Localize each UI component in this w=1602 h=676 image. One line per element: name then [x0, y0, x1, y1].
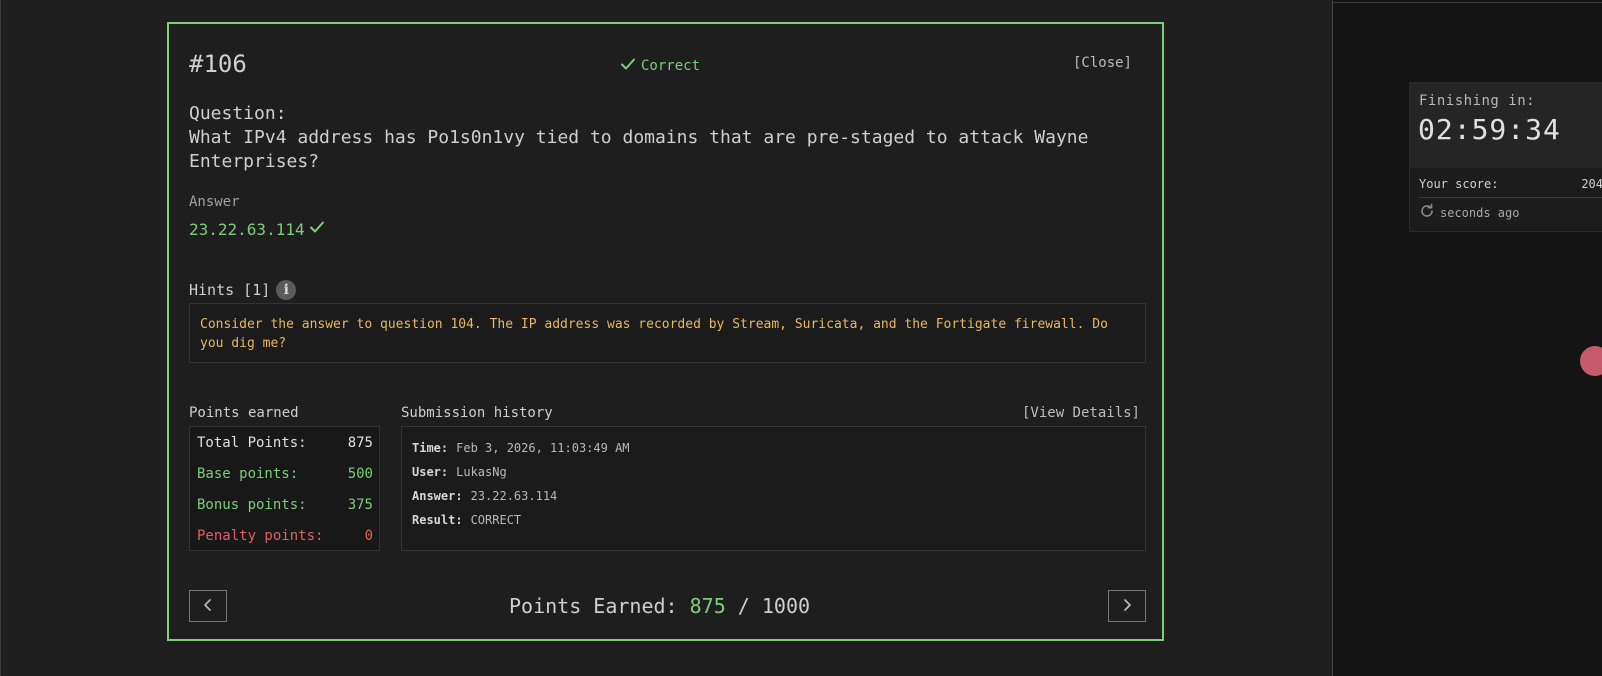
left-edge-divider — [0, 0, 1, 676]
close-button[interactable]: [Close] — [1073, 55, 1132, 71]
history-time-value: Feb 3, 2026, 11:03:49 AM — [456, 441, 630, 455]
total-points-row: Total Points: 875 — [197, 435, 373, 451]
penalty-points-row: Penalty points: 0 — [197, 528, 373, 544]
question-modal: #106 Correct [Close] Question: What IPv4… — [167, 22, 1164, 641]
checkmark-icon — [308, 218, 326, 240]
history-user-label: User: — [412, 465, 449, 479]
base-points-value: 500 — [347, 466, 373, 482]
penalty-points-value: 0 — [364, 528, 373, 544]
score-label: Your score: — [1419, 177, 1499, 191]
history-user-value: LukasNg — [456, 465, 507, 479]
submission-history-label: Submission history — [401, 405, 553, 421]
answer-label: Answer — [189, 194, 240, 210]
history-time-label: Time: — [412, 441, 449, 455]
hint-text: Consider the answer to question 104. The… — [200, 317, 1108, 351]
checkmark-icon — [619, 55, 637, 77]
score-row: Your score: 204 — [1419, 177, 1602, 191]
footer-points-max: 1000 — [761, 594, 811, 618]
bonus-points-label: Bonus points: — [197, 497, 307, 513]
history-answer-row: Answer: 23.22.63.114 — [412, 489, 557, 503]
history-result-value: CORRECT — [470, 513, 522, 527]
history-time-row: Time: Feb 3, 2026, 11:03:49 AM — [412, 441, 630, 455]
refresh-text: seconds ago — [1440, 205, 1520, 220]
chevron-right-icon — [1120, 597, 1134, 616]
submission-history-box: Time: Feb 3, 2026, 11:03:49 AM User: Lukas… — [401, 426, 1146, 551]
timer-value: 02:59:34 — [1418, 113, 1561, 146]
info-icon[interactable]: i — [276, 280, 297, 300]
total-points-value: 875 — [347, 435, 373, 451]
history-answer-label: Answer: — [412, 489, 463, 503]
timer-label: Finishing in: — [1419, 93, 1536, 109]
base-points-label: Base points: — [197, 466, 299, 482]
bonus-points-row: Bonus points: 375 — [197, 497, 373, 513]
footer-points-prefix: Points Earned: — [509, 594, 678, 618]
points-breakdown: Total Points: 875 Base points: 500 Bonus… — [189, 426, 380, 551]
history-result-label: Result: — [412, 513, 463, 527]
history-result-row: Result: CORRECT — [412, 513, 521, 527]
base-points-row: Base points: 500 — [197, 466, 373, 482]
answer-value-row: 23.22.63.114 — [189, 218, 326, 240]
footer-points-earned: Points Earned: 875 / 1000 — [509, 594, 810, 618]
status-badge: Correct — [619, 55, 700, 77]
score-divider — [1419, 197, 1602, 198]
bonus-points-value: 375 — [347, 497, 373, 513]
floating-action-icon[interactable] — [1580, 346, 1602, 376]
hints-label: Hints [1] — [189, 281, 271, 299]
history-user-row: User: LukasNg — [412, 465, 507, 479]
hints-header: Hints [1] i — [189, 280, 297, 300]
next-question-button[interactable] — [1108, 590, 1146, 622]
total-points-label: Total Points: — [197, 435, 307, 451]
history-answer-value: 23.22.63.114 — [470, 489, 558, 503]
score-value: 204 — [1581, 177, 1602, 191]
question-label: Question: — [189, 103, 287, 124]
previous-question-button[interactable] — [189, 590, 227, 622]
footer-points-value: 875 — [689, 594, 726, 618]
points-earned-label: Points earned — [189, 405, 299, 421]
answer-value: 23.22.63.114 — [189, 219, 305, 239]
penalty-points-label: Penalty points: — [197, 528, 324, 544]
status-text: Correct — [641, 58, 701, 74]
timer-header: Finishing in: 02:59:34 — [1410, 83, 1602, 168]
hint-box: Consider the answer to question 104. The… — [189, 303, 1146, 363]
right-pane-top-divider — [1333, 2, 1602, 3]
question-number: #106 — [189, 50, 247, 78]
refresh-row[interactable]: seconds ago — [1419, 203, 1519, 222]
view-details-button[interactable]: [View Details] — [1022, 405, 1140, 421]
footer-points-separator: / — [737, 594, 750, 618]
question-text: What IPv4 address has Po1s0n1vy tied to … — [189, 127, 1089, 172]
chevron-left-icon — [201, 597, 215, 616]
refresh-icon[interactable] — [1419, 203, 1435, 222]
timer-panel: Finishing in: 02:59:34 Your score: 204 s… — [1409, 82, 1602, 232]
